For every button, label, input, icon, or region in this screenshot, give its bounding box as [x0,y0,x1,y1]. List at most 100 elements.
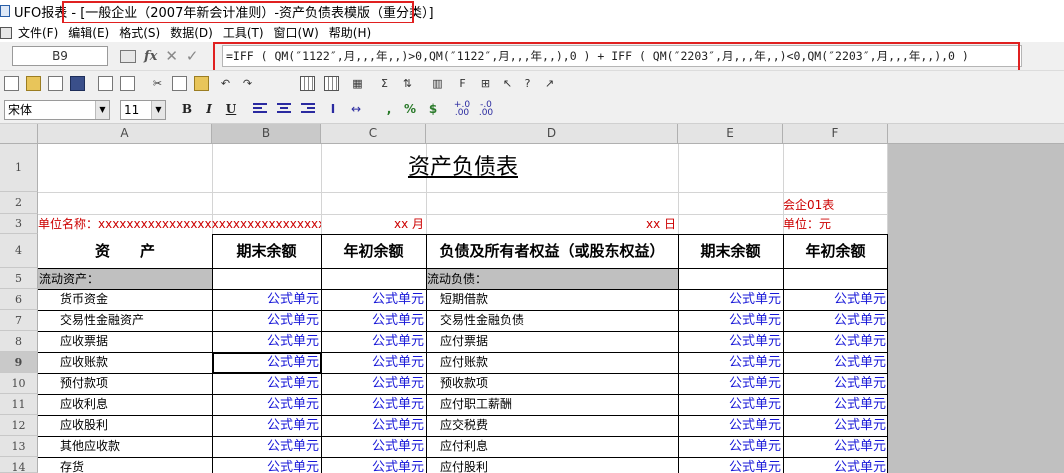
formula-cell-begin[interactable]: 公式单元 [783,352,888,373]
formula-cell-end[interactable]: 公式单元 [212,436,321,457]
row-header-3[interactable]: 3 [0,214,38,234]
copy-icon[interactable] [172,76,187,91]
formula-cell-begin[interactable]: 公式单元 [321,415,426,436]
font-name-select[interactable]: 宋体 ▼ [4,100,110,120]
formula-cell-end[interactable]: 公式单元 [678,352,783,373]
formula-cell-begin[interactable]: 公式单元 [321,310,426,331]
italic-button[interactable]: I [202,101,216,118]
question-icon[interactable]: ? [520,76,535,91]
formula-cell-begin[interactable]: 公式单元 [783,415,888,436]
formula-cell-end[interactable]: 公式单元 [212,457,321,473]
formula-cell-begin[interactable]: 公式单元 [321,289,426,310]
menu-tools[interactable]: 工具(T) [223,24,264,41]
formula-cell-begin[interactable]: 公式单元 [321,457,426,473]
currency-button[interactable]: $ [426,101,440,118]
menu-data[interactable]: 数据(D) [170,24,213,41]
formula-cell-begin[interactable]: 公式单元 [321,373,426,394]
brush-icon[interactable]: ⊞ [478,76,493,91]
formula-cell-begin[interactable]: 公式单元 [783,394,888,415]
formula-cell-begin[interactable]: 公式单元 [321,436,426,457]
row-header-10[interactable]: 10 [0,373,38,394]
formula-cell-begin[interactable]: 公式单元 [783,289,888,310]
align-center-icon[interactable] [276,101,292,118]
column-header-c[interactable]: C [321,124,426,144]
select-all-corner[interactable] [0,124,38,144]
formula-cell-begin[interactable]: 公式单元 [783,331,888,352]
menu-edit[interactable]: 编辑(E) [68,24,109,41]
formula-cell-end[interactable]: 公式单元 [212,289,321,310]
link-icon[interactable]: ↗ [542,76,557,91]
spreadsheet[interactable]: A B C D E F 1 2 3 4 5 6 7 8 9 10 11 12 1… [0,124,1064,473]
align-left-icon[interactable] [252,101,268,118]
undo-icon[interactable]: ↶ [218,76,233,91]
column-header-b[interactable]: B [212,124,321,144]
new-file-icon[interactable] [4,76,19,91]
formula-cell-begin[interactable]: 公式单元 [321,331,426,352]
row-header-6[interactable]: 6 [0,289,38,310]
help-pointer-icon[interactable]: ↖ [500,76,515,91]
print-preview-icon[interactable] [98,76,113,91]
row-header-13[interactable]: 13 [0,436,38,457]
row-header-1[interactable]: 1 [0,144,38,192]
menu-file[interactable]: 文件(F) [18,24,58,41]
calculator-icon[interactable] [120,49,136,63]
sum-icon[interactable]: Σ [377,76,392,91]
formula-cell-end[interactable]: 公式单元 [678,436,783,457]
formula-cell-begin[interactable]: 公式单元 [783,373,888,394]
decrease-decimal-button[interactable]: -.0 .00 [476,101,496,118]
document-menu-icon[interactable] [0,26,12,39]
increase-decimal-button[interactable]: +.0 .00 [452,101,472,118]
menu-window[interactable]: 窗口(W) [274,24,319,41]
menu-format[interactable]: 格式(S) [119,24,160,41]
underline-button[interactable]: U [224,101,238,118]
insert-table-icon[interactable] [300,76,315,91]
column-header-f[interactable]: F [783,124,888,144]
confirm-icon[interactable]: ✓ [186,47,199,65]
row-header-9[interactable]: 9 [0,352,38,373]
formula-cell-end[interactable]: 公式单元 [678,289,783,310]
row-header-5[interactable]: 5 [0,268,38,289]
chart-icon[interactable]: ▥ [430,76,445,91]
formula-cell-begin[interactable]: 公式单元 [783,457,888,473]
formula-cell-begin[interactable]: 公式单元 [321,394,426,415]
menu-help[interactable]: 帮助(H) [329,24,371,41]
formula-cell-end[interactable]: 公式单元 [212,310,321,331]
cell-reference-box[interactable]: B9 [12,46,108,66]
formula-cell-begin[interactable]: 公式单元 [321,352,426,373]
formula-cell-end[interactable]: 公式单元 [678,457,783,473]
formula-cell-end[interactable]: 公式单元 [678,394,783,415]
horizontal-fit-icon[interactable]: ↔ [348,101,364,118]
formula-cell-end[interactable]: 公式单元 [678,331,783,352]
formula-input[interactable]: =IFF ( QM(″1122″,月,,,年,,)>0,QM(″1122″,月,… [222,45,1022,67]
active-cell-b9[interactable] [212,352,322,374]
row-header-11[interactable]: 11 [0,394,38,415]
row-header-7[interactable]: 7 [0,310,38,331]
sort-icon[interactable]: ⇅ [400,76,415,91]
row-header-4[interactable]: 4 [0,234,38,268]
open-folder-icon[interactable] [26,76,41,91]
column-header-a[interactable]: A [38,124,212,144]
formula-cell-end[interactable]: 公式单元 [678,310,783,331]
chevron-down-icon[interactable]: ▼ [151,101,165,119]
row-header-8[interactable]: 8 [0,331,38,352]
save-icon[interactable] [70,76,85,91]
comma-style-button[interactable]: , [384,101,394,118]
column-header-e[interactable]: E [678,124,783,144]
formula-cell-end[interactable]: 公式单元 [212,394,321,415]
align-right-icon[interactable] [300,101,316,118]
formula-cell-end[interactable]: 公式单元 [212,331,321,352]
chevron-down-icon[interactable]: ▼ [95,101,109,119]
insert-row-icon[interactable]: ▦ [350,76,365,91]
grid-icon[interactable] [324,76,339,91]
print-icon[interactable] [120,76,135,91]
paste-icon[interactable] [194,76,209,91]
formula-cell-end[interactable]: 公式单元 [678,415,783,436]
redo-icon[interactable]: ↷ [240,76,255,91]
formula-cell-end[interactable]: 公式单元 [678,373,783,394]
function-icon[interactable]: fx [144,49,157,64]
cancel-icon[interactable]: ✕ [165,47,178,65]
row-header-14[interactable]: 14 [0,457,38,473]
font-size-select[interactable]: 11 ▼ [120,100,166,120]
format-icon[interactable]: F [455,76,470,91]
document-icon[interactable] [48,76,63,91]
